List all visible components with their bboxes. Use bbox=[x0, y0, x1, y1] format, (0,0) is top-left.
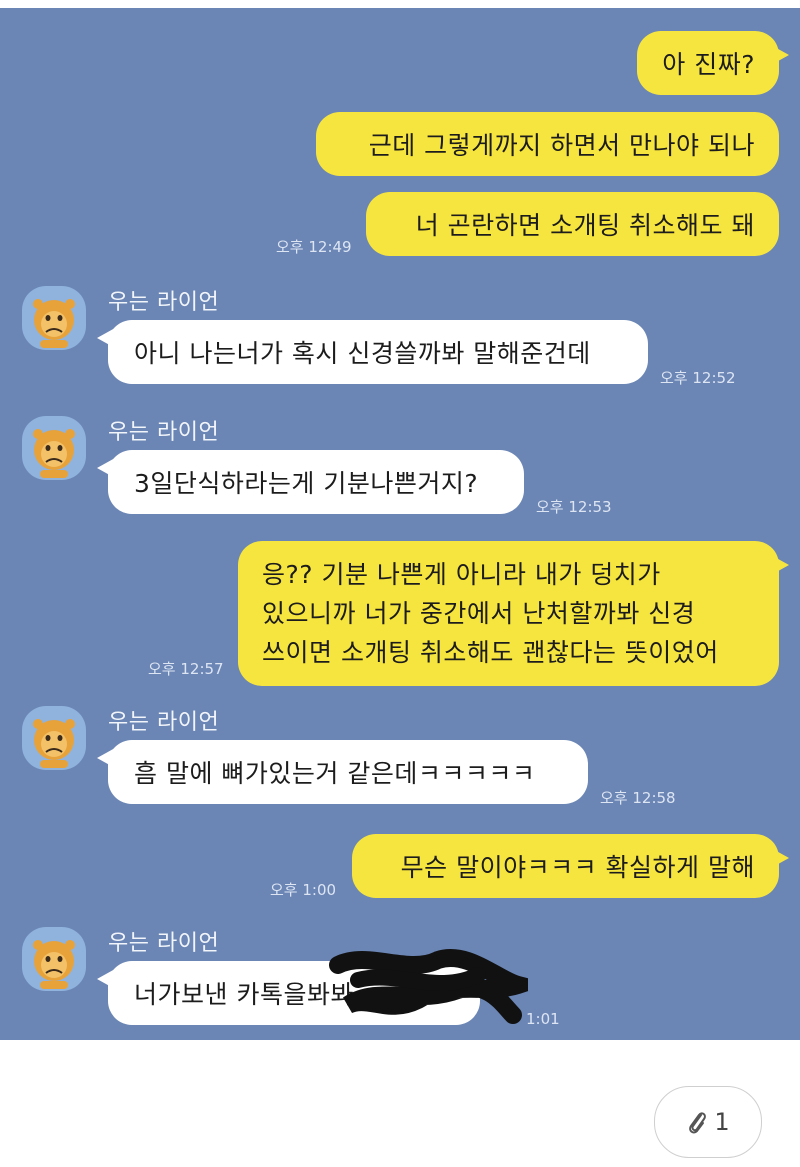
outgoing-message[interactable]: 아 진짜? bbox=[637, 31, 789, 95]
lion-avatar-icon bbox=[33, 299, 75, 348]
message-text: 3일단식하라는게 기분나쁜거지? bbox=[134, 469, 479, 498]
message-text: 근데 그렇게까지 하면서 만나야 되나 bbox=[368, 131, 755, 160]
timestamp: 오후 12:49 bbox=[276, 238, 352, 256]
incoming-message[interactable]: 흠 말에 뼈가있는거 같은데ㅋㅋㅋㅋㅋ bbox=[97, 740, 588, 804]
message-text: 아 진짜? bbox=[662, 50, 755, 79]
message-line: 있으니까 너가 중간에서 난처할까봐 신경 bbox=[262, 599, 696, 628]
chat-area[interactable]: 아 진짜? 근데 그렇게까지 하면서 만나야 되나 너 곤란하면 소개팅 취소해… bbox=[0, 0, 800, 1040]
timestamp: 오후 12:57 bbox=[148, 660, 224, 678]
outgoing-message[interactable]: 무슨 말이야ㅋㅋㅋ 확실하게 말해 bbox=[352, 834, 789, 898]
timestamp: 오후 12:53 bbox=[536, 498, 612, 516]
outgoing-message[interactable]: 응?? 기분 나쁜게 아니라 내가 덩치가 있으니까 너가 중간에서 난처할까봐… bbox=[238, 541, 789, 686]
message-text: 흠 말에 뼈가있는거 같은데ㅋㅋㅋㅋㅋ bbox=[134, 759, 536, 788]
timestamp: 1:01 bbox=[526, 1010, 560, 1028]
avatar[interactable] bbox=[22, 927, 86, 991]
sender-name: 우는 라이언 bbox=[108, 290, 220, 315]
timestamp: 오후 12:58 bbox=[600, 789, 676, 807]
incoming-message[interactable]: 3일단식하라는게 기분나쁜거지? bbox=[97, 450, 524, 514]
sender-name: 우는 라이언 bbox=[108, 931, 220, 956]
message-text: 무슨 말이야ㅋㅋㅋ 확실하게 말해 bbox=[400, 853, 755, 882]
avatar[interactable] bbox=[22, 416, 86, 480]
lion-avatar-icon bbox=[33, 719, 75, 768]
paperclip-icon bbox=[689, 1112, 707, 1134]
timestamp: 오후 12:52 bbox=[660, 369, 736, 387]
avatar[interactable] bbox=[22, 706, 86, 770]
sender-name: 우는 라이언 bbox=[108, 420, 220, 445]
message-text: 너가보낸 카톡을봐봐 bbox=[134, 980, 354, 1009]
lion-avatar-icon bbox=[33, 940, 75, 989]
message-line: 응?? 기분 나쁜게 아니라 내가 덩치가 bbox=[262, 560, 661, 589]
lion-avatar-icon bbox=[33, 429, 75, 478]
message-text: 너 곤란하면 소개팅 취소해도 돼 bbox=[415, 211, 755, 240]
attachment-count: 1 bbox=[714, 1108, 730, 1136]
incoming-message[interactable]: 아니 나는너가 혹시 신경쓸까봐 말해준건데 bbox=[97, 320, 648, 384]
attachment-button[interactable]: 1 bbox=[654, 1086, 762, 1158]
outgoing-message[interactable]: 근데 그렇게까지 하면서 만나야 되나 bbox=[316, 112, 779, 176]
message-line: 쓰이면 소개팅 취소해도 괜찮다는 뜻이었어 bbox=[262, 638, 719, 667]
sender-name: 우는 라이언 bbox=[108, 710, 220, 735]
outgoing-message[interactable]: 너 곤란하면 소개팅 취소해도 돼 bbox=[366, 192, 779, 256]
censor-scribble bbox=[329, 949, 528, 1024]
message-text: 아니 나는너가 혹시 신경쓸까봐 말해준건데 bbox=[134, 339, 591, 368]
timestamp: 오후 1:00 bbox=[270, 881, 337, 899]
avatar[interactable] bbox=[22, 286, 86, 350]
top-border bbox=[0, 0, 800, 8]
